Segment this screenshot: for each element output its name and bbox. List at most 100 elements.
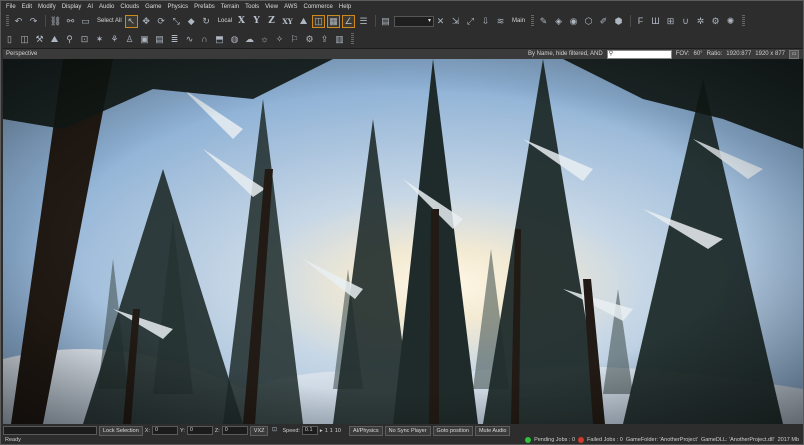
redo-icon[interactable]: ↷ [27,15,40,28]
terrain-select-icon[interactable]: ◆ [185,15,198,28]
axis-z-button[interactable]: Z [265,15,278,28]
viewport-title[interactable]: Perspective [6,51,37,57]
ai-settings-icon[interactable]: ✲ [694,15,707,28]
brush-icon[interactable]: ⚒ [33,33,46,46]
snap-rotate-icon[interactable]: ↻ [200,15,213,28]
light-icon[interactable]: ✧ [273,33,286,46]
viewport-search-input[interactable]: ⚲ [606,49,672,59]
selection-set-dropdown[interactable]: ▾ [394,15,435,27]
menu-edit[interactable]: Edit [19,3,35,12]
axis-y-button[interactable]: Y [250,15,263,28]
coord-system-label[interactable]: Local [215,18,235,24]
lock-selection-button[interactable]: Lock Selection [99,425,143,436]
weather-icon[interactable]: ☼ [258,33,271,46]
pick-material-icon[interactable]: ✎ [537,15,550,28]
layers-icon[interactable]: ≋ [494,15,507,28]
goto-position-button[interactable]: Goto position [432,425,473,436]
headphones-icon[interactable]: ∩ [198,33,211,46]
filter-text[interactable]: By Name, hide filtered, AND [528,51,603,57]
menu-display[interactable]: Display [59,3,85,12]
mute-audio-button[interactable]: Mute Audio [474,425,511,436]
ratio-value[interactable]: 1920:877 [726,51,751,57]
z-position-input[interactable]: 0 [221,426,248,435]
menu-help[interactable]: Help [336,3,354,12]
undo-icon[interactable]: ↶ [12,15,25,28]
pending-jobs[interactable]: Pending Jobs : 0 [534,437,575,443]
menu-commerce[interactable]: Commerce [301,3,336,12]
particles-icon[interactable]: ✶ [93,33,106,46]
rotate-icon[interactable]: ⟳ [155,15,168,28]
menu-terrain[interactable]: Terrain [218,3,242,12]
lock-icon[interactable]: ⊡ [78,33,91,46]
angle-snap-icon[interactable]: ∠ [342,14,356,28]
menu-game[interactable]: Game [142,3,164,12]
unlink-icon[interactable]: ⚯ [64,15,77,28]
material-editor-icon[interactable]: ⬢ [612,15,625,28]
viewport-3d-scene[interactable] [3,59,803,424]
y-position-input[interactable]: 0 [186,426,213,435]
navigation-icon[interactable]: ⬒ [213,33,226,46]
ai-physics-button[interactable]: AI/Physics [348,425,383,436]
vxz-button[interactable]: VXZ [249,425,269,436]
lock-icon[interactable]: ⊡ [270,427,278,435]
maximize-viewport-icon[interactable]: ▭ [789,49,799,59]
ruler-icon[interactable]: ☰ [357,15,370,28]
edit-icon[interactable]: ✐ [597,15,610,28]
align-icon[interactable]: ⇲ [449,15,462,28]
speed-option-3[interactable]: 10 [335,428,341,434]
no-sync-player-button[interactable]: No Sync Player [384,425,431,436]
speed-spin-icon[interactable]: ▸ [320,428,323,434]
toolbar-grip[interactable] [6,15,9,27]
menu-prefabs[interactable]: Prefabs [191,3,218,12]
curve-icon[interactable]: ∿ [183,33,196,46]
zoom-icon[interactable]: ⚲ [63,33,76,46]
menu-ai[interactable]: AI [84,3,96,12]
speed-input[interactable]: 0.1 [301,426,318,435]
grid-snap-icon[interactable]: ▦ [327,14,341,28]
prefab-icon[interactable]: ▣ [138,33,151,46]
toolbar-grip[interactable] [742,15,746,27]
list-icon[interactable]: ▤ [379,15,392,28]
gear-small-icon[interactable]: ⚙ [303,33,316,46]
select-tool-icon[interactable]: ↖ [124,14,138,28]
menu-aws[interactable]: AWS [281,3,300,12]
delete-selection-icon[interactable]: ✕ [434,15,447,28]
axis-x-button[interactable]: X [235,15,248,28]
axis-xy-button[interactable]: XY [280,15,295,28]
flowgraph-icon[interactable]: F [634,15,647,28]
menu-physics[interactable]: Physics [164,3,191,12]
ui-editor-icon[interactable]: Ш [649,15,662,28]
layer-label[interactable]: Main [509,18,528,24]
speed-option-2[interactable]: 1 [330,428,333,434]
bulb-icon[interactable]: ⚐ [288,33,301,46]
cube-icon[interactable]: ◫ [18,33,31,46]
link-icon[interactable]: ⛓ [49,15,62,28]
failed-jobs[interactable]: Failed Jobs : 0 [587,437,623,443]
game-mode-icon[interactable]: ⬡ [582,15,595,28]
sequence-icon[interactable]: ≣ [168,33,181,46]
menu-view[interactable]: View [262,3,281,12]
character-icon[interactable]: ♙ [123,33,136,46]
toolbar-grip[interactable] [351,33,354,45]
magnet-icon[interactable]: ∪ [679,15,692,28]
export-icon[interactable]: ⇪ [318,33,331,46]
terrain-icon[interactable]: ⛰ [48,33,61,46]
menu-audio[interactable]: Audio [96,3,117,12]
x-position-input[interactable]: 0 [151,426,178,435]
geometry-icon[interactable]: ◈ [552,15,565,28]
terrain-snap-icon[interactable]: ⛰ [297,15,310,28]
menu-clouds[interactable]: Clouds [117,3,142,12]
menu-tools[interactable]: Tools [242,3,262,12]
panel-icon[interactable]: ▥ [333,33,346,46]
advanced-gear-icon[interactable]: ✺ [724,15,737,28]
drop-to-ground-icon[interactable]: ⇩ [479,15,492,28]
align-normal-icon[interactable]: ⤢ [464,15,477,28]
vegetation-icon[interactable]: ⚘ [108,33,121,46]
resolution-value[interactable]: 1920 x 877 [755,51,785,57]
settings-gear-icon[interactable]: ⚙ [709,15,722,28]
menu-file[interactable]: File [3,3,19,12]
toolbar-grip[interactable] [531,15,535,27]
select-filter-icon[interactable]: ▭ [79,15,92,28]
physics-icon[interactable]: ◉ [567,15,580,28]
move-icon[interactable]: ✥ [140,15,153,28]
